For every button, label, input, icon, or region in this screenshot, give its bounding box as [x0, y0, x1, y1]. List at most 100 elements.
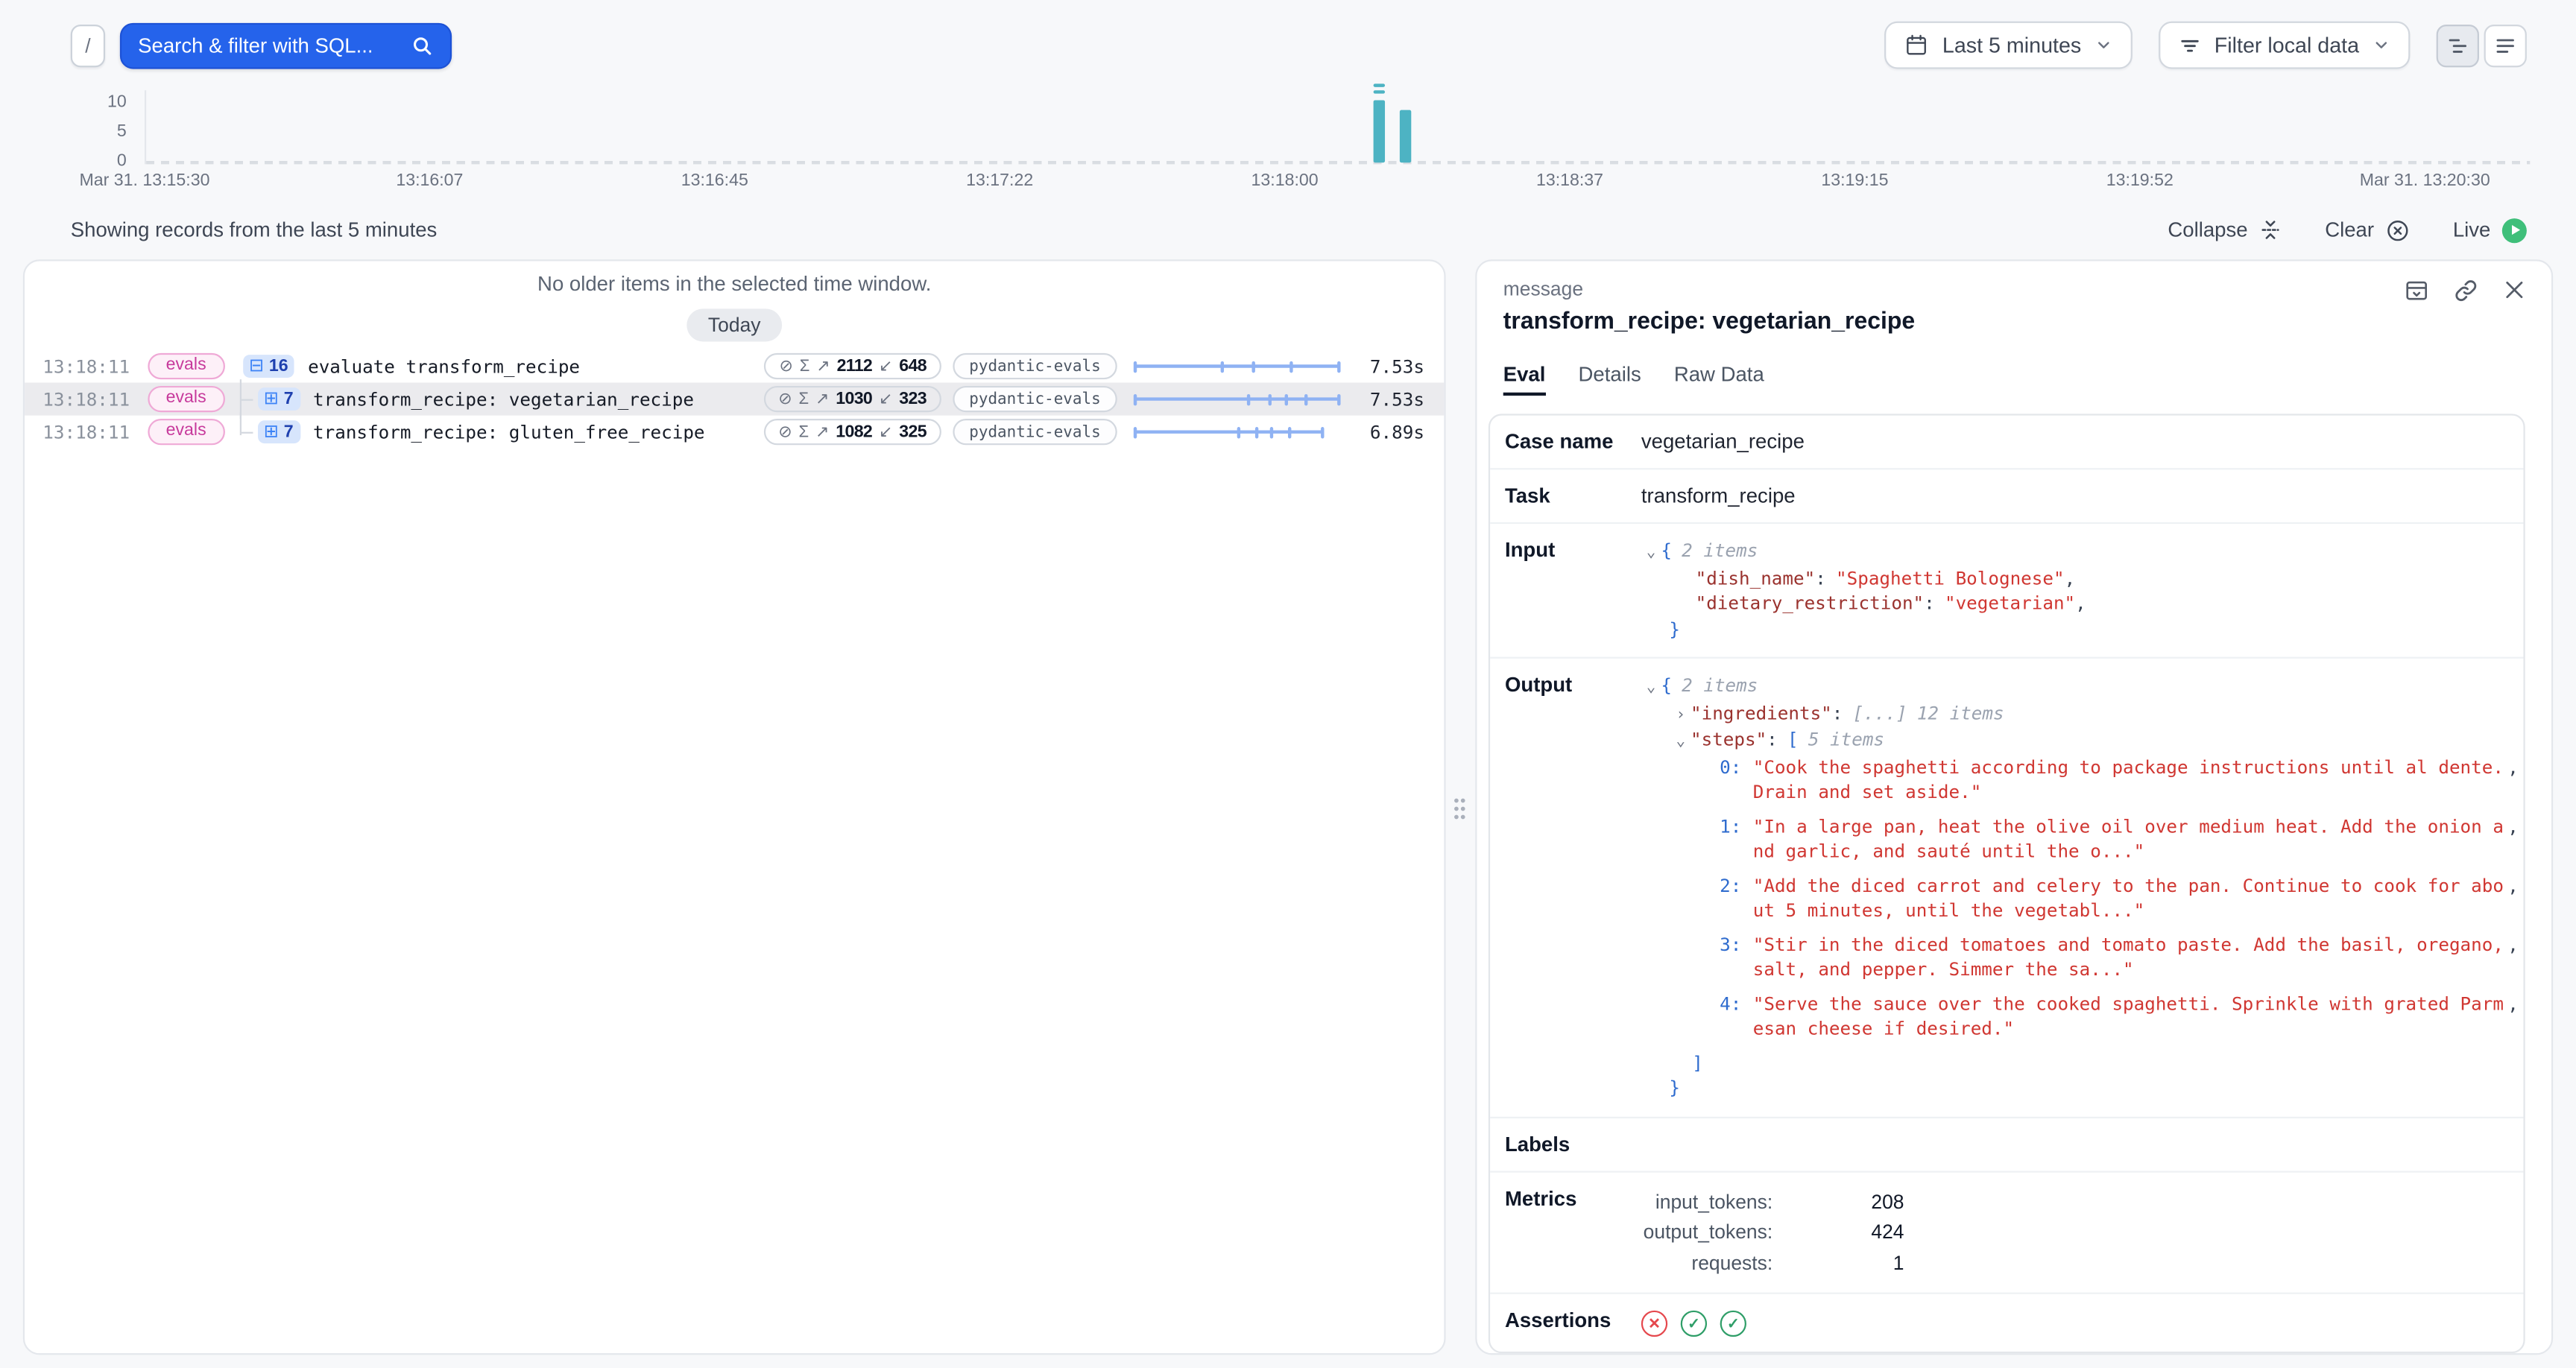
eval-fields-table: Case name vegetarian_recipe Task transfo…: [1489, 414, 2525, 1353]
null-icon: ⊘: [778, 423, 792, 441]
evals-tag: evals: [148, 387, 224, 412]
step-item: 1: "In a large pan, heat the olive oil o…: [1641, 814, 2525, 864]
y-axis-tick: 10: [71, 92, 127, 111]
timeline-bar: [1373, 100, 1384, 162]
input-tokens-count: 1082: [836, 422, 872, 441]
clear-button[interactable]: Clear: [2325, 218, 2410, 242]
span-title[interactable]: transform_recipe: vegetarian_recipe: [313, 388, 694, 410]
metric-value: 1: [1772, 1247, 1904, 1278]
output-tokens-arrow-icon: ↙: [879, 390, 892, 408]
assertion-fail-icon[interactable]: ✕: [1641, 1311, 1667, 1337]
span-count: 7: [284, 422, 294, 441]
x-axis-tick: Mar 31. 13:15:30: [79, 171, 209, 190]
trace-row[interactable]: 13:18:11 evals ⊟ 16 evaluate transform_r…: [25, 349, 1444, 382]
top-toolbar: / Search & filter with SQL... Last 5 min…: [71, 22, 2527, 69]
output-tokens-count: 325: [899, 422, 926, 441]
expand-toggle-icon[interactable]: ⊞: [264, 390, 279, 408]
duration-text: 7.53s: [1352, 355, 1424, 377]
package-tag[interactable]: pydantic-evals: [953, 419, 1117, 445]
detail-header: message transform_recipe: vegetarian_rec…: [1477, 261, 2551, 335]
duration-text: 7.53s: [1352, 388, 1424, 410]
duration-waterfall-bar: [1135, 392, 1339, 407]
collapse-caret-icon[interactable]: ⌄: [1671, 729, 1690, 755]
collapse-caret-icon[interactable]: ⌄: [1641, 675, 1661, 700]
span-count-chip[interactable]: ⊞ 7: [257, 387, 300, 411]
sigma-icon: Σ: [800, 357, 810, 375]
trace-row[interactable]: 13:18:11 evals ⊞ 7 transform_recipe: glu…: [25, 416, 1444, 449]
step-item: 3: "Stir in the diced tomatoes and tomat…: [1641, 932, 2525, 983]
span-count-chip[interactable]: ⊟ 16: [242, 355, 294, 378]
package-tag[interactable]: pydantic-evals: [953, 353, 1117, 379]
timeline-baseline: [146, 160, 2530, 165]
span-count-chip[interactable]: ⊞ 7: [257, 420, 300, 443]
row-timestamp: 13:18:11: [42, 388, 131, 410]
span-title[interactable]: evaluate transform_recipe: [308, 355, 580, 377]
span-title[interactable]: transform_recipe: gluten_free_recipe: [313, 421, 705, 443]
day-divider: Today: [686, 308, 782, 341]
sigma-icon: Σ: [799, 423, 809, 441]
live-button[interactable]: Live: [2453, 218, 2527, 242]
collapse-caret-icon[interactable]: ⌄: [1641, 540, 1661, 566]
assertions-row: Assertions ✕ ✓ ✓: [1490, 1293, 2523, 1352]
package-tag[interactable]: pydantic-evals: [953, 386, 1117, 412]
timeline-plot-area[interactable]: [145, 90, 2530, 164]
time-range-dropdown[interactable]: Last 5 minutes: [1885, 22, 2133, 69]
showing-records-text: Showing records from the last 5 minutes: [71, 218, 438, 241]
search-placeholder: Search & filter with SQL...: [138, 34, 373, 57]
tree-view-toggle[interactable]: [2437, 24, 2479, 66]
record-kind-label: message: [1503, 277, 2525, 300]
detail-panel: message transform_recipe: vegetarian_rec…: [1475, 259, 2553, 1355]
y-axis-tick: 5: [71, 121, 127, 141]
panel-resize-handle[interactable]: [1448, 790, 1471, 826]
slash-shortcut-key[interactable]: /: [71, 24, 105, 66]
duration-waterfall-bar: [1135, 425, 1339, 440]
copy-link-icon[interactable]: [2451, 276, 2478, 303]
dock-panel-icon[interactable]: [2402, 276, 2429, 303]
metrics-row: Metrics input_tokens: 208 output_tokens:…: [1490, 1170, 2523, 1292]
expand-caret-icon[interactable]: ›: [1671, 702, 1690, 727]
live-status-icon: [2502, 218, 2527, 242]
expand-toggle-icon[interactable]: ⊞: [264, 423, 279, 441]
token-stats-pill: ⊘ Σ ↗ 1082 ↙ 325: [763, 419, 941, 445]
input-tokens-arrow-icon: ↗: [816, 357, 830, 375]
input-json-viewer: ⌄{2 items "dish_name":"Spaghetti Bologne…: [1641, 539, 2513, 642]
collapse-icon: [2259, 218, 2282, 241]
filter-icon: [2178, 34, 2201, 57]
output-row: Output ⌄{2 items ›"ingredients":[...]12 …: [1490, 657, 2523, 1116]
trace-list-panel: No older items in the selected time wind…: [23, 259, 1446, 1355]
search-input[interactable]: Search & filter with SQL...: [120, 22, 452, 69]
detail-tabs: Eval Details Raw Data: [1477, 363, 2551, 396]
trace-rows: 13:18:11 evals ⊟ 16 evaluate transform_r…: [25, 349, 1444, 448]
duration-text: 6.89s: [1352, 421, 1424, 443]
null-icon: ⊘: [779, 357, 792, 375]
output-json-viewer: ⌄{2 items ›"ingredients":[...]12 items ⌄…: [1641, 674, 2525, 1101]
trace-row-selected[interactable]: 13:18:11 evals ⊞ 7 transform_recipe: veg…: [25, 383, 1444, 416]
empty-window-notice: No older items in the selected time wind…: [25, 273, 1444, 296]
case-name-row: Case name vegetarian_recipe: [1490, 416, 2523, 469]
evals-tag: evals: [148, 353, 224, 379]
x-axis-tick: 13:16:45: [681, 171, 748, 190]
clear-circle-x-icon: [2385, 218, 2410, 242]
assertion-pass-icon[interactable]: ✓: [1681, 1311, 1707, 1337]
input-tokens-count: 1030: [836, 389, 872, 408]
collapse-button[interactable]: Collapse: [2168, 218, 2282, 241]
tab-details[interactable]: Details: [1579, 363, 1641, 396]
tab-eval[interactable]: Eval: [1503, 363, 1546, 396]
token-stats-pill: ⊘ Σ ↗ 1030 ↙ 323: [763, 386, 941, 412]
task-row: Task transform_recipe: [1490, 468, 2523, 522]
span-count: 16: [269, 356, 288, 376]
collapse-toggle-icon[interactable]: ⊟: [249, 357, 264, 375]
tab-raw-data[interactable]: Raw Data: [1674, 363, 1764, 396]
filter-local-data-dropdown[interactable]: Filter local data: [2159, 22, 2411, 69]
calendar-icon: [1904, 33, 1929, 57]
duration-waterfall-bar: [1135, 359, 1339, 374]
timeline-chart[interactable]: 10 5 0 Mar 31. 13:15:30 13:16:07 13:16:4…: [71, 90, 2531, 195]
assertion-pass-icon[interactable]: ✓: [1720, 1311, 1746, 1337]
input-tokens-arrow-icon: ↗: [815, 390, 829, 408]
task-label: Task: [1490, 469, 1635, 522]
case-name-label: Case name: [1490, 416, 1635, 469]
x-axis-tick: 13:17:22: [966, 171, 1033, 190]
x-axis-tick: 13:18:00: [1251, 171, 1319, 190]
close-icon[interactable]: [2501, 276, 2528, 303]
flat-view-toggle[interactable]: [2484, 24, 2527, 66]
